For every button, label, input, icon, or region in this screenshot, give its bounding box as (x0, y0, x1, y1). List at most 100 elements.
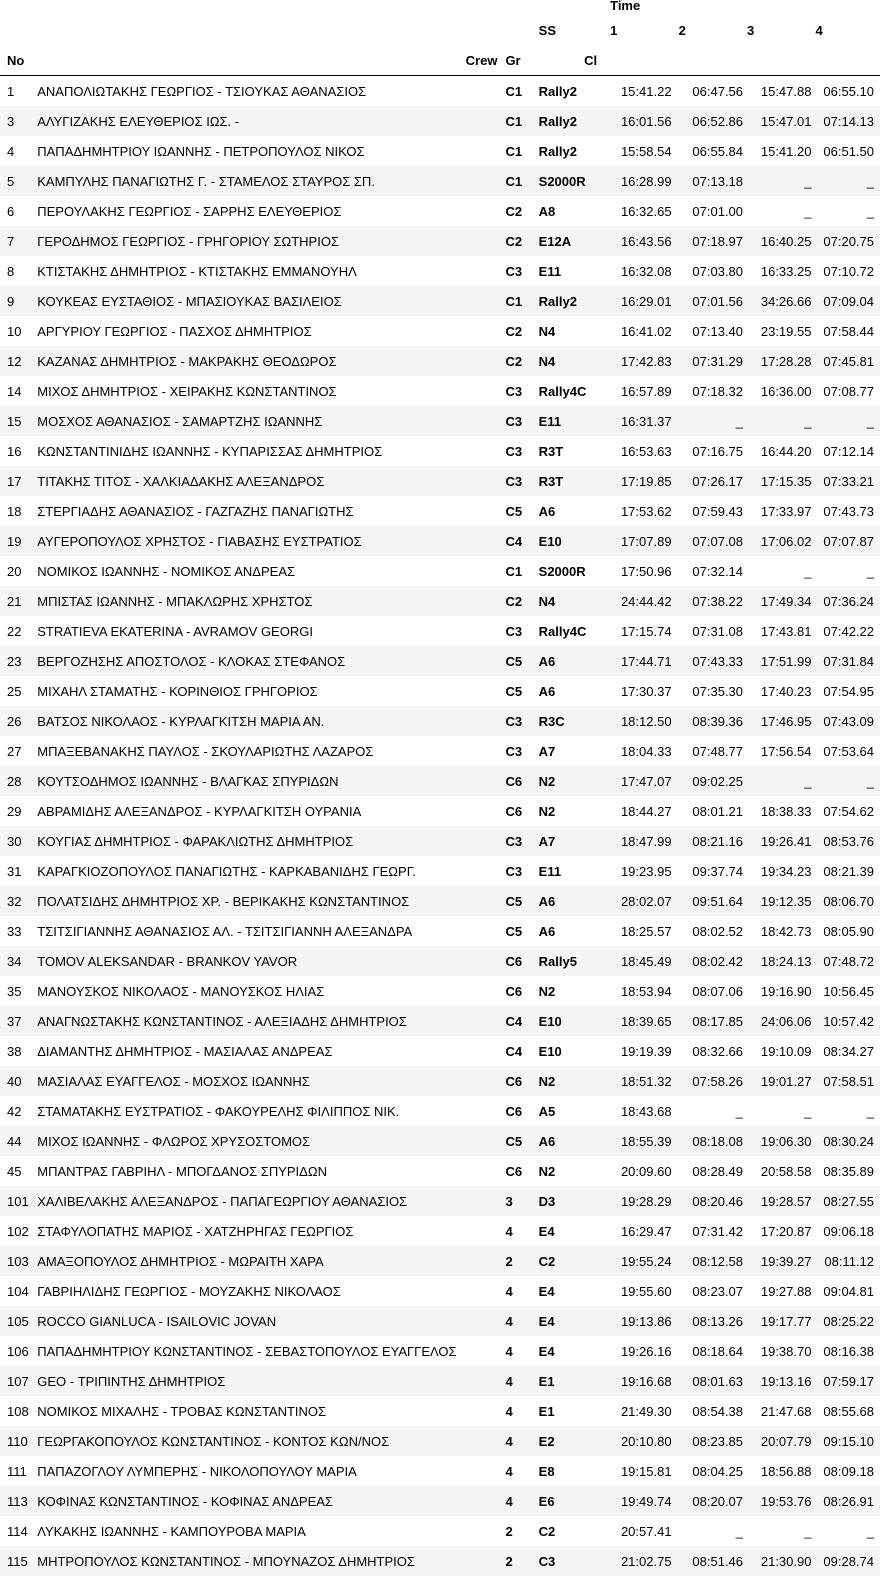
group: C3 (505, 706, 538, 736)
crew-name: ΜΠΙΣΤΑΣ ΙΩΑΝΝΗΣ - ΜΠΑΚΛΩΡΗΣ ΧΡΗΣΤΟΣ (37, 586, 505, 616)
group: C2 (505, 316, 538, 346)
stage-4-time: 06:55.10 (811, 76, 880, 107)
group: C3 (505, 436, 538, 466)
stage-2-time: _ (675, 1516, 743, 1546)
stage-1-time: 16:28.99 (606, 166, 674, 196)
stage-2-time: 08:04.25 (675, 1456, 743, 1486)
stage-4-time: 06:51.50 (811, 136, 880, 166)
group: C1 (505, 136, 538, 166)
entry-number: 9 (0, 286, 37, 316)
table-row: 105ROCCO GIANLUCA - ISAILOVIC JOVAN4E419… (0, 1306, 880, 1336)
class: N2 (539, 796, 606, 826)
entry-number: 16 (0, 436, 37, 466)
class: E11 (539, 256, 606, 286)
stage-4-time: 08:30.24 (811, 1126, 880, 1156)
entry-number: 113 (0, 1486, 37, 1516)
stage-3-time: _ (743, 196, 811, 226)
stage-3-time: 19:38.70 (743, 1336, 811, 1366)
stage-4-time: 07:10.72 (811, 256, 880, 286)
table-row: 9ΚΟΥΚΕΑΣ ΕΥΣΤΑΘΙΟΣ - ΜΠΑΣΙΟΥΚΑΣ ΒΑΣΙΛΕΙΟ… (0, 286, 880, 316)
stage-2-time: 07:16.75 (675, 436, 743, 466)
stage-1-time: 17:15.74 (606, 616, 674, 646)
group: C1 (505, 286, 538, 316)
stage-4-time: 07:31.84 (811, 646, 880, 676)
table-row: 107GEO - ΤΡΙΠΙΝΤΗΣ ΔΗΜΗΤΡΙΟΣ4E119:16.680… (0, 1366, 880, 1396)
table-row: 26ΒΑΤΣΟΣ ΝΙΚΟΛΑΟΣ - ΚΥΡΛΑΓΚΙΤΣΗ ΜΑΡΙΑ ΑΝ… (0, 706, 880, 736)
crew-name: ΤΣΙΤΣΙΓΙΑΝΝΗΣ ΑΘΑΝΑΣΙΟΣ ΑΛ. - ΤΣΙΤΣΙΓΙΑΝ… (37, 916, 505, 946)
class: R3T (539, 436, 606, 466)
stage-2-time: 07:01.00 (675, 196, 743, 226)
stage-4-time: 08:06.70 (811, 886, 880, 916)
group: C5 (505, 496, 538, 526)
crew-name: ΣΤΑΦΥΛΟΠΑΤΗΣ ΜΑΡΙΟΣ - ΧΑΤΖΗΡΗΓΑΣ ΓΕΩΡΓΙΟ… (37, 1216, 505, 1246)
entry-number: 27 (0, 736, 37, 766)
group: 2 (505, 1546, 538, 1576)
stage-2-time: 07:13.18 (675, 166, 743, 196)
stage-3-time: 19:17.77 (743, 1306, 811, 1336)
stage-1-time: 19:26.16 (606, 1336, 674, 1366)
stage-1-time: 16:29.01 (606, 286, 674, 316)
stage-2-time: _ (675, 1096, 743, 1126)
entry-number: 22 (0, 616, 37, 646)
crew-name: ΠΕΡΟΥΛΑΚΗΣ ΓΕΩΡΓΙΟΣ - ΣΑΡΡΗΣ ΕΛΕΥΘΕΡΙΟΣ (37, 196, 505, 226)
group: C5 (505, 676, 538, 706)
entry-number: 34 (0, 946, 37, 976)
table-row: 104ΓΑΒΡΙΗΛΙΔΗΣ ΓΕΩΡΓΙΟΣ - ΜΟΥΖΑΚΗΣ ΝΙΚΟΛ… (0, 1276, 880, 1306)
stage-3-time: 15:47.01 (743, 106, 811, 136)
crew-header: Crew (37, 45, 505, 76)
stage-3-time: 19:53.76 (743, 1486, 811, 1516)
stage-3-time: 16:40.25 (743, 226, 811, 256)
group: 4 (505, 1366, 538, 1396)
entry-number: 106 (0, 1336, 37, 1366)
stage-1-time: 18:45.49 (606, 946, 674, 976)
stage-3-time: 21:47.68 (743, 1396, 811, 1426)
crew-name: ΑΛΥΓΙΖΑΚΗΣ ΕΛΕΥΘΕΡΙΟΣ ΙΩΣ. - (37, 106, 505, 136)
table-row: 22STRATIEVA EKATERINA - AVRAMOV GEORGIC3… (0, 616, 880, 646)
stage-4-time: _ (811, 556, 880, 586)
crew-name: ΚΑΜΠΥΛΗΣ ΠΑΝΑΓΙΩΤΗΣ Γ. - ΣΤΑΜΕΛΟΣ ΣΤΑΥΡΟ… (37, 166, 505, 196)
stage-2-time: 08:23.07 (675, 1276, 743, 1306)
entry-number: 28 (0, 766, 37, 796)
stage-2-time: 07:26.17 (675, 466, 743, 496)
table-row: 106ΠΑΠΑΔΗΜΗΤΡΙΟΥ ΚΩΝΣΤΑΝΤΙΝΟΣ - ΣΕΒΑΣΤΟΠ… (0, 1336, 880, 1366)
class: D3 (539, 1186, 606, 1216)
entry-number: 107 (0, 1366, 37, 1396)
class: Rally4C (539, 616, 606, 646)
class: S2000R (539, 556, 606, 586)
stage-4-time: 07:20.75 (811, 226, 880, 256)
stage-3-time: 18:56.88 (743, 1456, 811, 1486)
group: C5 (505, 646, 538, 676)
crew-name: ΠΟΛΑΤΣΙΔΗΣ ΔΗΜΗΤΡΙΟΣ ΧΡ. - ΒΕΡΙΚΑΚΗΣ ΚΩΝ… (37, 886, 505, 916)
entry-number: 3 (0, 106, 37, 136)
stage-3-time: 17:33.97 (743, 496, 811, 526)
stage-1-time: 17:30.37 (606, 676, 674, 706)
stage-2-time: 06:52.86 (675, 106, 743, 136)
stage-4-time: 08:09.18 (811, 1456, 880, 1486)
stage-3-time: 15:47.88 (743, 76, 811, 107)
stage-2-time: 07:07.08 (675, 526, 743, 556)
crew-name: ΧΑΛΙΒΕΛΑΚΗΣ ΑΛΕΞΑΝΔΡΟΣ - ΠΑΠΑΓΕΩΡΓΙΟΥ ΑΘ… (37, 1186, 505, 1216)
crew-name: ΠΑΠΑΔΗΜΗΤΡΙΟΥ ΙΩΑΝΝΗΣ - ΠΕΤΡΟΠΟΥΛΟΣ ΝΙΚΟ… (37, 136, 505, 166)
stage-2-time: 07:31.29 (675, 346, 743, 376)
stage-2-time: 08:13.26 (675, 1306, 743, 1336)
stage-2-time: 08:20.07 (675, 1486, 743, 1516)
stage-4-time: 07:45.81 (811, 346, 880, 376)
crew-name: ΠΑΠΑΔΗΜΗΤΡΙΟΥ ΚΩΝΣΤΑΝΤΙΝΟΣ - ΣΕΒΑΣΤΟΠΟΥΛ… (37, 1336, 505, 1366)
stage-1-time: 21:02.75 (606, 1546, 674, 1576)
class: N2 (539, 1066, 606, 1096)
stage-3-time: 16:33.25 (743, 256, 811, 286)
stage-3-time: 17:06.02 (743, 526, 811, 556)
stage-3-time: 17:40.23 (743, 676, 811, 706)
table-row: 1ΑΝΑΠΟΛΙΩΤΑΚΗΣ ΓΕΩΡΓΙΟΣ - ΤΣΙΟΥΚΑΣ ΑΘΑΝΑ… (0, 76, 880, 107)
class: N4 (539, 316, 606, 346)
stage-1-time: 19:23.95 (606, 856, 674, 886)
group: C3 (505, 736, 538, 766)
stage-3-time: 21:30.90 (743, 1546, 811, 1576)
stage-1-time: 18:39.65 (606, 1006, 674, 1036)
entry-number: 108 (0, 1396, 37, 1426)
stage-3-time: 17:15.35 (743, 466, 811, 496)
stage-3-time: 19:12.35 (743, 886, 811, 916)
class: E4 (539, 1276, 606, 1306)
entry-number: 29 (0, 796, 37, 826)
entry-number: 105 (0, 1306, 37, 1336)
